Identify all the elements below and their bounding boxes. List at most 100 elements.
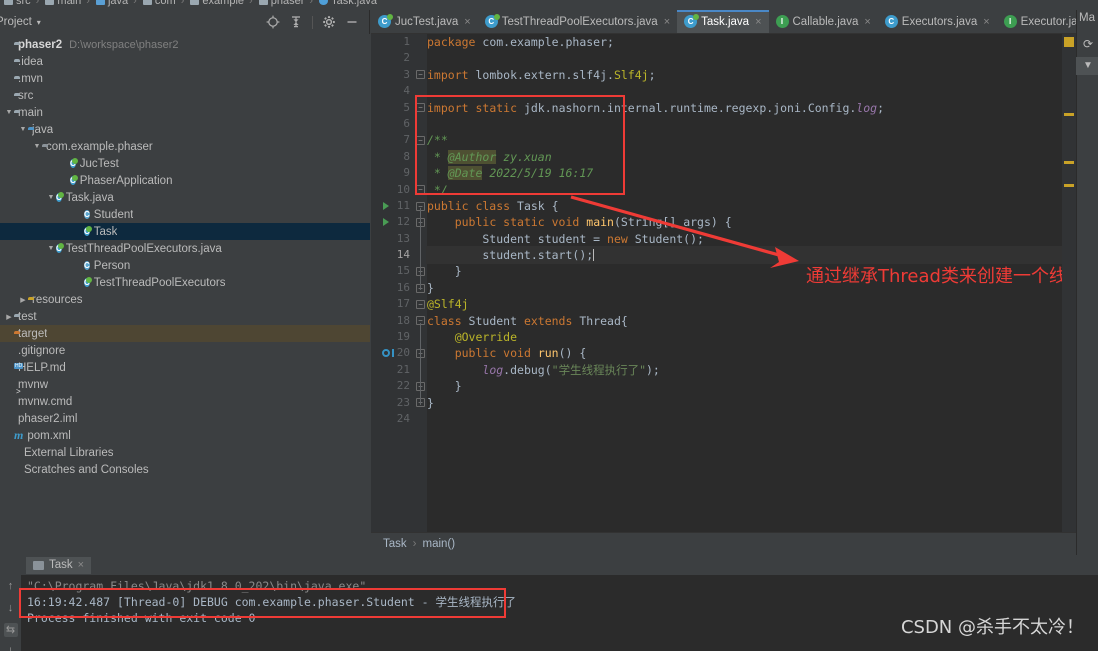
code-line[interactable] <box>427 411 1076 427</box>
scroll-to-end-icon[interactable]: ⤓ <box>4 645 18 651</box>
tree-item[interactable]: C Task <box>0 223 370 240</box>
run-gutter-icon[interactable] <box>383 201 389 210</box>
editor-tab-executors[interactable]: C Executors.java × <box>878 10 997 33</box>
hide-panel-icon[interactable] <box>345 15 359 29</box>
editor-tab-juctest[interactable]: C JucTest.java × <box>371 10 478 33</box>
tree-item[interactable]: mvnw <box>0 376 370 393</box>
marker-warning[interactable] <box>1064 184 1074 187</box>
scroll-up-icon[interactable]: ↑ <box>4 579 18 593</box>
chevron-down-icon[interactable]: ▼ <box>46 194 56 201</box>
chevron-down-icon[interactable]: ▼ <box>4 109 14 116</box>
tree-item[interactable]: C Student <box>0 206 370 223</box>
close-icon[interactable]: × <box>664 16 670 28</box>
tree-item[interactable]: .gitignore <box>0 342 370 359</box>
marker-warning[interactable] <box>1064 161 1074 164</box>
code-line[interactable]: public void run() { <box>427 345 1076 361</box>
fold-marker[interactable]: − <box>416 185 425 195</box>
locate-icon[interactable] <box>266 15 280 29</box>
tree-item[interactable]: Scratches and Consoles <box>0 461 370 478</box>
code-line[interactable]: } <box>427 378 1076 394</box>
code-line[interactable] <box>427 116 1076 132</box>
settings-gear-icon[interactable] <box>322 15 336 29</box>
code-folding-gutter[interactable]: −−−−−−−−−−−−− <box>413 34 427 532</box>
refresh-icon[interactable]: ⟳ <box>1080 36 1096 52</box>
code-line[interactable]: import static jdk.nashorn.internal.runti… <box>427 100 1076 116</box>
run-tab-bar[interactable]: Task × <box>0 556 1098 575</box>
navigation-bar[interactable]: src › main › java › com › example › phaser › T… <box>0 0 1098 10</box>
code-line[interactable]: @Slf4j <box>427 296 1076 312</box>
tree-item[interactable]: ▼ java <box>0 121 370 138</box>
run-gutter-icon[interactable] <box>383 218 389 227</box>
chevron-right-icon[interactable]: ▶ <box>18 296 28 304</box>
editor-tab-testthreadpoolexecutors[interactable]: C TestThreadPoolExecutors.java × <box>478 10 677 33</box>
run-tab-task[interactable]: Task × <box>26 557 92 574</box>
close-icon[interactable]: × <box>755 16 761 28</box>
collapse-all-icon[interactable] <box>289 15 303 29</box>
overriding-method-icon[interactable] <box>382 349 394 358</box>
code-line[interactable]: * @Date 2022/5/19 16:17 <box>427 165 1076 181</box>
close-icon[interactable]: × <box>983 16 989 28</box>
tree-item[interactable]: ▼ C TestThreadPoolExecutors.java <box>0 240 370 257</box>
tree-item[interactable]: ▼ C Task.java <box>0 189 370 206</box>
breadcrumb-method[interactable]: main() <box>423 538 456 550</box>
close-icon[interactable]: × <box>78 559 84 571</box>
tree-item[interactable]: ▶ resources <box>0 291 370 308</box>
scroll-down-icon[interactable]: ↓ <box>4 601 18 615</box>
code-line[interactable]: import lombok.extern.slf4j.Slf4j; <box>427 67 1076 83</box>
tree-item[interactable]: m pom.xml <box>0 427 370 444</box>
code-line[interactable] <box>427 50 1076 66</box>
tree-item[interactable]: C JucTest <box>0 155 370 172</box>
marker-warning[interactable] <box>1064 37 1074 47</box>
code-line[interactable] <box>427 83 1076 99</box>
tree-item[interactable]: target <box>0 325 370 342</box>
chevron-down-icon[interactable]: ▾ <box>37 18 41 27</box>
editor-tab-executor[interactable]: IExecutor.java× <box>997 10 1076 33</box>
fold-marker[interactable]: − <box>416 135 425 145</box>
tree-item[interactable]: src <box>0 87 370 104</box>
fold-marker[interactable]: − <box>416 103 425 113</box>
tree-item[interactable]: phaser2.iml <box>0 410 370 427</box>
tree-item[interactable]: External Libraries <box>0 444 370 461</box>
tree-item[interactable]: C PhaserApplication <box>0 172 370 189</box>
close-icon[interactable]: × <box>464 16 470 28</box>
editor-tab-task[interactable]: C Task.java × <box>677 10 769 33</box>
soft-wrap-icon[interactable]: ⇆ <box>3 623 18 637</box>
line-number-gutter[interactable]: 1 2 3 4 5 6 7 8 9 10 11 12 13 14 15 16 17 18 19 20 21 22 23 24 <box>371 34 413 532</box>
console-side-toolbar[interactable]: ↑ ↓ ⇆ ⤓ <box>0 575 21 651</box>
tree-item[interactable]: .mvn <box>0 70 370 87</box>
tree-item[interactable]: C Person <box>0 257 370 274</box>
editor-tab-callable[interactable]: I Callable.java × <box>769 10 878 33</box>
fold-marker[interactable]: − <box>416 299 425 309</box>
tree-item[interactable]: C TestThreadPoolExecutors <box>0 274 370 291</box>
tree-item[interactable]: HELP.md <box>0 359 370 376</box>
code-line[interactable]: log.debug("学生线程执行了"); <box>427 362 1076 378</box>
code-line[interactable]: * @Author zy.xuan <box>427 149 1076 165</box>
code-line[interactable]: /** <box>427 132 1076 148</box>
code-line[interactable]: @Override <box>427 329 1076 345</box>
code-line[interactable]: package com.example.phaser; <box>427 34 1076 50</box>
project-panel-title[interactable]: Project <box>0 16 32 28</box>
tree-item[interactable]: mvnw.cmd <box>0 393 370 410</box>
fold-marker[interactable]: − <box>416 70 425 80</box>
chevron-down-icon[interactable]: ▼ <box>46 245 56 252</box>
tree-item[interactable]: .idea <box>0 53 370 70</box>
chevron-right-icon[interactable]: ▶ <box>4 313 14 321</box>
chevron-down-icon[interactable]: ▼ <box>32 143 42 150</box>
editor-marker-bar[interactable] <box>1062 34 1076 532</box>
tree-item[interactable]: ▼ com.example.phaser <box>0 138 370 155</box>
code-line[interactable]: } <box>427 395 1076 411</box>
code-line[interactable]: class Student extends Thread{ <box>427 313 1076 329</box>
project-tree[interactable]: phaser2 D:\workspace\phaser2 .idea .mvn src ▼… <box>0 34 370 555</box>
tree-item[interactable]: phaser2 D:\workspace\phaser2 <box>0 36 370 53</box>
marker-warning[interactable] <box>1064 113 1074 116</box>
filter-icon[interactable]: ▼ <box>1080 58 1096 74</box>
breadcrumb-class[interactable]: Task <box>383 538 407 550</box>
tree-item[interactable]: ▼ main <box>0 104 370 121</box>
maven-tool-label[interactable]: Ma <box>1079 12 1095 24</box>
close-icon[interactable]: × <box>864 16 870 28</box>
chevron-down-icon[interactable]: ▼ <box>18 126 28 133</box>
code-viewport[interactable]: 1 2 3 4 5 6 7 8 9 10 11 12 13 14 15 16 17 18 19 20 21 22 23 24 … <box>371 34 1076 532</box>
editor-tab-bar[interactable]: C JucTest.java × C TestThreadPoolExecutors.j… <box>371 10 1076 34</box>
tree-item[interactable]: ▶ test <box>0 308 370 325</box>
editor-breadcrumb[interactable]: Task › main() <box>371 532 1076 555</box>
